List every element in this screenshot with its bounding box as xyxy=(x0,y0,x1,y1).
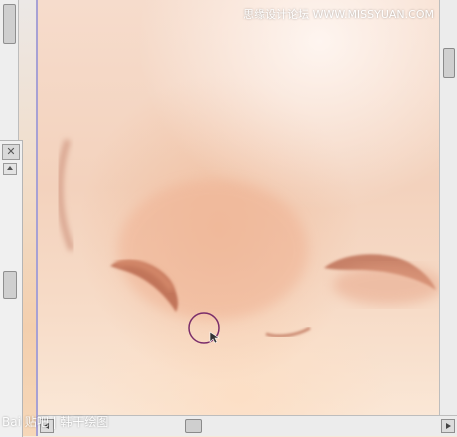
left-sub-scroll-thumb[interactable] xyxy=(3,271,17,299)
watermark-bottom: Bai 贴吧 | 韩干绘图 xyxy=(2,415,109,429)
scroll-up-arrow-icon[interactable] xyxy=(3,163,17,175)
vertical-scrollbar[interactable] xyxy=(439,0,457,416)
left-sub-panel: ✕ xyxy=(0,140,23,437)
nose-painting xyxy=(57,139,440,344)
watermark-top: 思缘设计论坛 WWW.MISSYUAN.COM xyxy=(243,8,434,21)
scroll-right-arrow-icon[interactable] xyxy=(441,419,455,433)
right-nostril-shadow xyxy=(333,265,440,305)
horizontal-scroll-thumb[interactable] xyxy=(185,419,202,433)
canvas-window: 思缘设计论坛 WWW.MISSYUAN.COM xyxy=(36,0,457,436)
left-upper-scrollbar[interactable] xyxy=(0,0,19,140)
left-upper-scroll-thumb[interactable] xyxy=(3,4,16,44)
nose-bridge-shadow xyxy=(57,139,75,252)
vertical-scroll-thumb[interactable] xyxy=(443,48,455,78)
left-panel-strip: ✕ xyxy=(0,0,37,437)
nose-tip-blush xyxy=(118,180,308,320)
left-sub-scrollbar[interactable] xyxy=(3,163,17,433)
nose-base-line xyxy=(265,326,311,338)
close-button[interactable]: ✕ xyxy=(2,144,20,160)
drawing-canvas[interactable]: 思缘设计论坛 WWW.MISSYUAN.COM xyxy=(38,0,440,416)
